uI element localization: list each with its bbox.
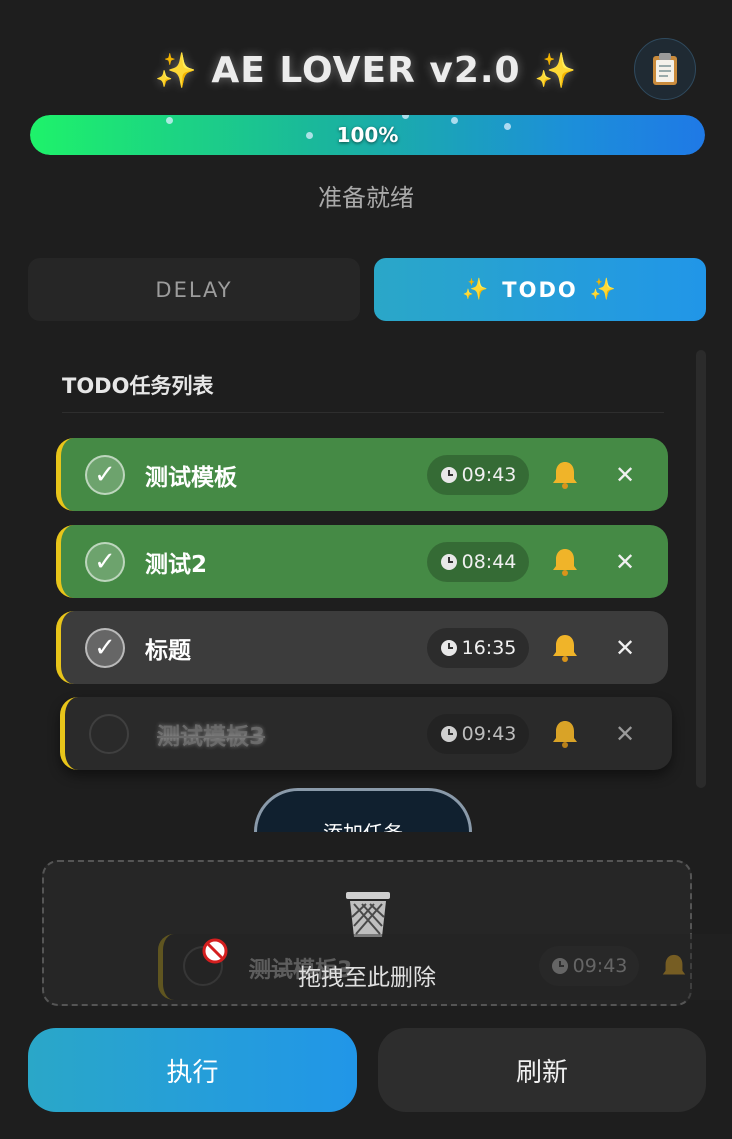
task-item[interactable]: ✓ 测试2 08:44 ✕	[56, 525, 668, 598]
sparkle-icon: ✨	[589, 277, 618, 301]
tab-delay[interactable]: DELAY	[28, 258, 360, 321]
bell-icon[interactable]	[549, 718, 581, 750]
clipboard-icon	[653, 53, 677, 85]
task-time-value: 16:35	[461, 636, 517, 659]
task-checkbox[interactable]: ✓	[85, 541, 125, 582]
task-checkbox[interactable]: ✓	[85, 454, 125, 495]
clock-icon	[440, 639, 457, 656]
sparkle-icon: ✨	[534, 51, 578, 91]
delete-task-icon[interactable]: ✕	[613, 634, 637, 662]
task-checkbox[interactable]	[89, 713, 129, 754]
task-checkbox[interactable]: ✓	[85, 627, 125, 668]
clipboard-button[interactable]	[634, 38, 696, 100]
delete-task-icon[interactable]: ✕	[613, 548, 637, 576]
progress-bar: 100%	[30, 115, 705, 155]
task-time[interactable]: 09:43	[427, 454, 529, 495]
sparkle-icon: ✨	[154, 51, 198, 91]
trash-icon	[346, 892, 390, 937]
clock-icon	[440, 466, 457, 483]
task-title: 标题	[145, 637, 191, 664]
divider	[62, 412, 664, 413]
bell-icon[interactable]	[549, 546, 581, 578]
refresh-button[interactable]: 刷新	[378, 1028, 706, 1112]
delete-dropzone[interactable]: 测试模板3 09:43 拖拽至此删除	[42, 860, 732, 1006]
task-item[interactable]: ✓ 测试模板 09:43 ✕	[56, 438, 668, 511]
bell-icon[interactable]	[549, 459, 581, 491]
delete-task-icon[interactable]: ✕	[613, 461, 637, 489]
tab-todo[interactable]: ✨ TODO ✨	[374, 258, 706, 321]
task-item[interactable]: 测试模板3 09:43 ✕	[60, 697, 672, 770]
todo-list-title: TODO任务列表	[62, 374, 214, 398]
tab-label: TODO	[502, 277, 578, 302]
clock-icon	[440, 725, 457, 742]
delete-task-icon[interactable]: ✕	[613, 720, 637, 748]
task-time-value: 09:43	[461, 722, 517, 745]
clock-icon	[440, 553, 457, 570]
task-time-value: 08:44	[461, 550, 517, 573]
add-task-button[interactable]: 添加任务	[254, 788, 472, 832]
add-task-button-clip: 添加任务	[254, 788, 472, 832]
bell-icon[interactable]	[549, 632, 581, 664]
task-time[interactable]: 08:44	[427, 541, 529, 582]
task-time[interactable]: 09:43	[427, 713, 529, 754]
app-title: ✨ AE LOVER v2.0 ✨	[0, 50, 732, 91]
progress-label: 100%	[336, 123, 399, 147]
task-time-value: 09:43	[461, 463, 517, 486]
task-title: 测试模板	[145, 464, 237, 491]
execute-button[interactable]: 执行	[28, 1028, 357, 1112]
task-title: 测试2	[145, 551, 208, 578]
dropzone-label: 拖拽至此删除	[298, 965, 436, 991]
tab-label: DELAY	[155, 277, 233, 302]
scrollbar[interactable]	[696, 350, 706, 788]
sparkle-icon: ✨	[462, 277, 491, 301]
status-text: 准备就绪	[318, 184, 414, 212]
task-title: 测试模板3	[157, 723, 266, 750]
task-time[interactable]: 16:35	[427, 627, 529, 668]
task-item[interactable]: ✓ 标题 16:35 ✕	[56, 611, 668, 684]
app-title-text: AE LOVER v2.0	[211, 50, 521, 91]
